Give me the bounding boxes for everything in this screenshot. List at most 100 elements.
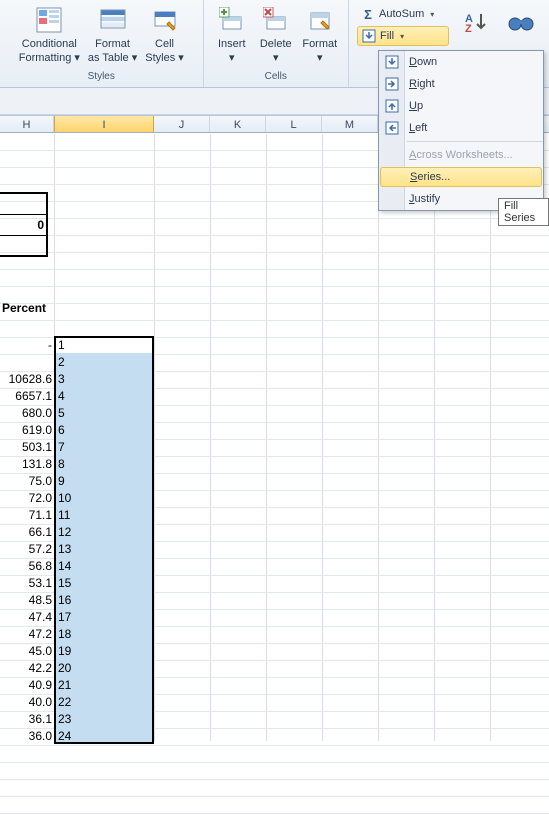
cell[interactable]: 75.0: [0, 473, 52, 490]
cell-styles-button[interactable]: Cell Styles ▾: [141, 2, 188, 66]
col-header-l[interactable]: L: [266, 116, 322, 132]
cell[interactable]: 53.1: [0, 575, 52, 592]
svg-text:Z: Z: [465, 23, 472, 34]
cell[interactable]: 24: [58, 728, 71, 745]
col-header-j[interactable]: J: [154, 116, 210, 132]
cell[interactable]: 15: [58, 575, 71, 592]
cell[interactable]: 18: [58, 626, 71, 643]
cell[interactable]: 9: [58, 473, 65, 490]
delete-button[interactable]: Delete ▾: [254, 2, 298, 66]
format-as-table-button[interactable]: Format as Table ▾: [84, 2, 141, 66]
col-header-i[interactable]: I: [54, 116, 154, 132]
fill-up-label: Up: [409, 100, 423, 112]
cell[interactable]: 8: [58, 456, 65, 473]
sort-filter-button[interactable]: AZ: [457, 4, 497, 40]
cell[interactable]: 0: [0, 215, 46, 236]
conditional-formatting-icon: [33, 4, 65, 36]
autosum-button[interactable]: Σ AutoSum ▾: [357, 4, 449, 24]
cell[interactable]: 36.1: [0, 711, 52, 728]
format-icon: [304, 4, 336, 36]
cell[interactable]: 36.0: [0, 728, 52, 745]
cell[interactable]: [0, 194, 46, 215]
cell[interactable]: 680.0: [0, 405, 52, 422]
cell[interactable]: [0, 236, 46, 257]
group-styles: Conditional Formatting ▾ Format as Table…: [0, 0, 204, 87]
percent-label: Percent: [2, 301, 46, 315]
find-select-button[interactable]: [501, 4, 541, 40]
cell-styles-label-1: Cell: [155, 38, 174, 50]
binoculars-icon: [505, 6, 537, 38]
arrow-down-icon: [384, 54, 400, 70]
format-as-table-label-2: as Table ▾: [88, 52, 137, 64]
cell[interactable]: 11: [58, 507, 70, 524]
fill-right-label: Right: [409, 78, 435, 90]
cell[interactable]: 3: [58, 371, 65, 388]
cell[interactable]: 19: [58, 643, 71, 660]
cell[interactable]: 21: [58, 677, 71, 694]
fill-left-item[interactable]: Left: [379, 117, 543, 139]
cell[interactable]: 22: [58, 694, 71, 711]
cell[interactable]: 10: [58, 490, 71, 507]
cell[interactable]: 48.5: [0, 592, 52, 609]
conditional-formatting-button[interactable]: Conditional Formatting ▾: [15, 2, 84, 66]
chevron-down-icon: ▾: [400, 32, 404, 41]
cell[interactable]: 4: [58, 388, 65, 405]
sort-icon: AZ: [461, 6, 493, 38]
cell[interactable]: 131.8: [0, 456, 52, 473]
cell[interactable]: 14: [58, 558, 71, 575]
cell[interactable]: 5: [58, 405, 65, 422]
cell[interactable]: 7: [58, 439, 65, 456]
format-button[interactable]: Format ▾: [298, 2, 342, 66]
cell[interactable]: 13: [58, 541, 71, 558]
fill-right-item[interactable]: Right: [379, 73, 543, 95]
cells-group-label: Cells: [208, 71, 344, 85]
col-header-h[interactable]: H: [0, 116, 54, 132]
cell[interactable]: 40.9: [0, 677, 52, 694]
format-label: Format: [302, 38, 337, 50]
bordered-cells: 0: [0, 192, 48, 257]
cell[interactable]: 47.4: [0, 609, 52, 626]
autosum-label: AutoSum: [379, 8, 424, 20]
cell[interactable]: 66.1: [0, 524, 52, 541]
cell[interactable]: [0, 354, 52, 371]
cell[interactable]: 2: [58, 354, 65, 371]
cell[interactable]: 16: [58, 592, 71, 609]
cell[interactable]: 56.8: [0, 558, 52, 575]
fill-button[interactable]: Fill ▾: [357, 26, 449, 46]
col-header-k[interactable]: K: [210, 116, 266, 132]
cell[interactable]: 12: [58, 524, 71, 541]
insert-button[interactable]: Insert ▾: [210, 2, 254, 66]
cell[interactable]: 42.2: [0, 660, 52, 677]
format-drop: ▾: [317, 52, 323, 64]
cell[interactable]: 23: [58, 711, 71, 728]
cell[interactable]: 57.2: [0, 541, 52, 558]
cell[interactable]: 17: [58, 609, 71, 626]
arrow-right-icon: [384, 76, 400, 92]
insert-icon: [216, 4, 248, 36]
cell[interactable]: 6: [58, 422, 65, 439]
cell[interactable]: 40.0: [0, 694, 52, 711]
cell[interactable]: -: [0, 337, 52, 354]
fill-across-item: Across Worksheets...: [379, 144, 543, 166]
cell[interactable]: 10628.6: [0, 371, 52, 388]
cell[interactable]: 20: [58, 660, 71, 677]
fill-justify-label: Justify: [409, 193, 440, 205]
cell[interactable]: 47.2: [0, 626, 52, 643]
fill-label: Fill: [380, 30, 394, 42]
cell[interactable]: 72.0: [0, 490, 52, 507]
cell[interactable]: 45.0: [0, 643, 52, 660]
fill-series-item[interactable]: Series...: [380, 167, 542, 187]
worksheet[interactable]: 0 Percent -10628.66657.1680.0619.0503.11…: [0, 134, 549, 741]
fill-down-item[interactable]: Down: [379, 51, 543, 73]
col-header-m[interactable]: M: [322, 116, 378, 132]
cell[interactable]: 71.1: [0, 507, 52, 524]
insert-drop: ▾: [229, 52, 235, 64]
insert-label: Insert: [218, 38, 246, 50]
fill-up-item[interactable]: Up: [379, 95, 543, 117]
cell[interactable]: 1: [58, 337, 65, 354]
cell[interactable]: 6657.1: [0, 388, 52, 405]
conditional-formatting-label-1: Conditional: [22, 38, 77, 50]
cell[interactable]: 619.0: [0, 422, 52, 439]
fill-across-label: Across Worksheets...: [409, 149, 513, 161]
cell[interactable]: 503.1: [0, 439, 52, 456]
